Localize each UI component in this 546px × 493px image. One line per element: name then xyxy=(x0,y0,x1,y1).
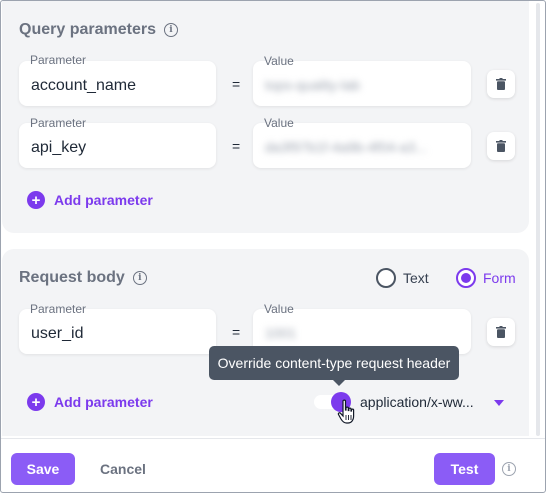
request-body-title: Request body i xyxy=(19,269,147,287)
chevron-down-icon[interactable] xyxy=(494,400,504,406)
plus-icon: + xyxy=(27,393,45,411)
field-value: account_name xyxy=(31,77,136,94)
api-request-dialog: Query parameters i Parameter account_nam… xyxy=(0,0,546,493)
field-value-masked: 1001 xyxy=(265,325,297,341)
radio-text[interactable]: Text xyxy=(376,268,429,288)
trash-icon xyxy=(496,140,506,152)
equals-sign: = xyxy=(232,138,241,154)
tooltip: Override content-type request header xyxy=(209,346,459,386)
footer-divider xyxy=(1,438,545,439)
field-label: Value xyxy=(264,116,294,130)
field-value-masked: da3f97b1f-4a9b-4f04-a3... xyxy=(265,139,427,155)
query-param-value-field[interactable]: Value da3f97b1f-4a9b-4f04-a3... xyxy=(253,116,471,168)
cancel-button[interactable]: Cancel xyxy=(100,461,146,477)
query-param-value-field[interactable]: Value tops-quality-lab xyxy=(253,54,471,106)
trash-icon xyxy=(496,78,506,90)
info-icon[interactable]: i xyxy=(502,462,516,476)
field-label: Parameter xyxy=(30,116,87,130)
scrollbar-thumb[interactable] xyxy=(536,3,540,436)
field-label: Parameter xyxy=(30,53,87,67)
add-parameter-label: Add parameter xyxy=(54,192,153,208)
save-button[interactable]: Save xyxy=(11,453,75,485)
query-parameters-title: Query parameters i xyxy=(19,21,178,39)
test-button[interactable]: Test xyxy=(434,453,495,485)
hand-pointer-cursor-icon xyxy=(337,399,355,424)
trash-icon xyxy=(496,326,506,338)
query-param-name-field[interactable]: Parameter api_key xyxy=(19,116,216,168)
field-value-masked: tops-quality-lab xyxy=(265,77,360,93)
radio-text-label: Text xyxy=(403,270,429,286)
plus-icon: + xyxy=(27,191,45,209)
add-body-parameter-button[interactable]: + Add parameter xyxy=(27,393,153,411)
field-label: Value xyxy=(264,54,294,68)
equals-sign: = xyxy=(232,324,241,340)
delete-button[interactable] xyxy=(487,132,515,160)
field-value: user_id xyxy=(31,325,84,342)
field-value: api_key xyxy=(31,139,87,156)
info-icon[interactable]: i xyxy=(132,271,147,285)
equals-sign: = xyxy=(232,76,241,92)
add-query-parameter-button[interactable]: + Add parameter xyxy=(27,191,153,209)
field-label: Parameter xyxy=(30,302,87,316)
info-icon[interactable]: i xyxy=(163,23,178,37)
radio-checked-icon xyxy=(456,268,476,288)
content-type-select[interactable]: application/x-ww... xyxy=(360,394,474,410)
query-parameters-heading: Query parameters xyxy=(19,21,156,38)
query-param-name-field[interactable]: Parameter account_name xyxy=(19,53,216,106)
body-param-name-field[interactable]: Parameter user_id xyxy=(19,302,216,354)
radio-form-label: Form xyxy=(483,270,516,286)
scrollbar[interactable] xyxy=(533,1,543,438)
delete-button[interactable] xyxy=(487,318,515,346)
radio-unchecked-icon xyxy=(376,268,396,288)
add-parameter-label: Add parameter xyxy=(54,394,153,410)
request-body-heading: Request body xyxy=(19,269,125,286)
delete-button[interactable] xyxy=(487,70,515,98)
field-label: Value xyxy=(264,302,294,316)
radio-form[interactable]: Form xyxy=(456,268,516,288)
